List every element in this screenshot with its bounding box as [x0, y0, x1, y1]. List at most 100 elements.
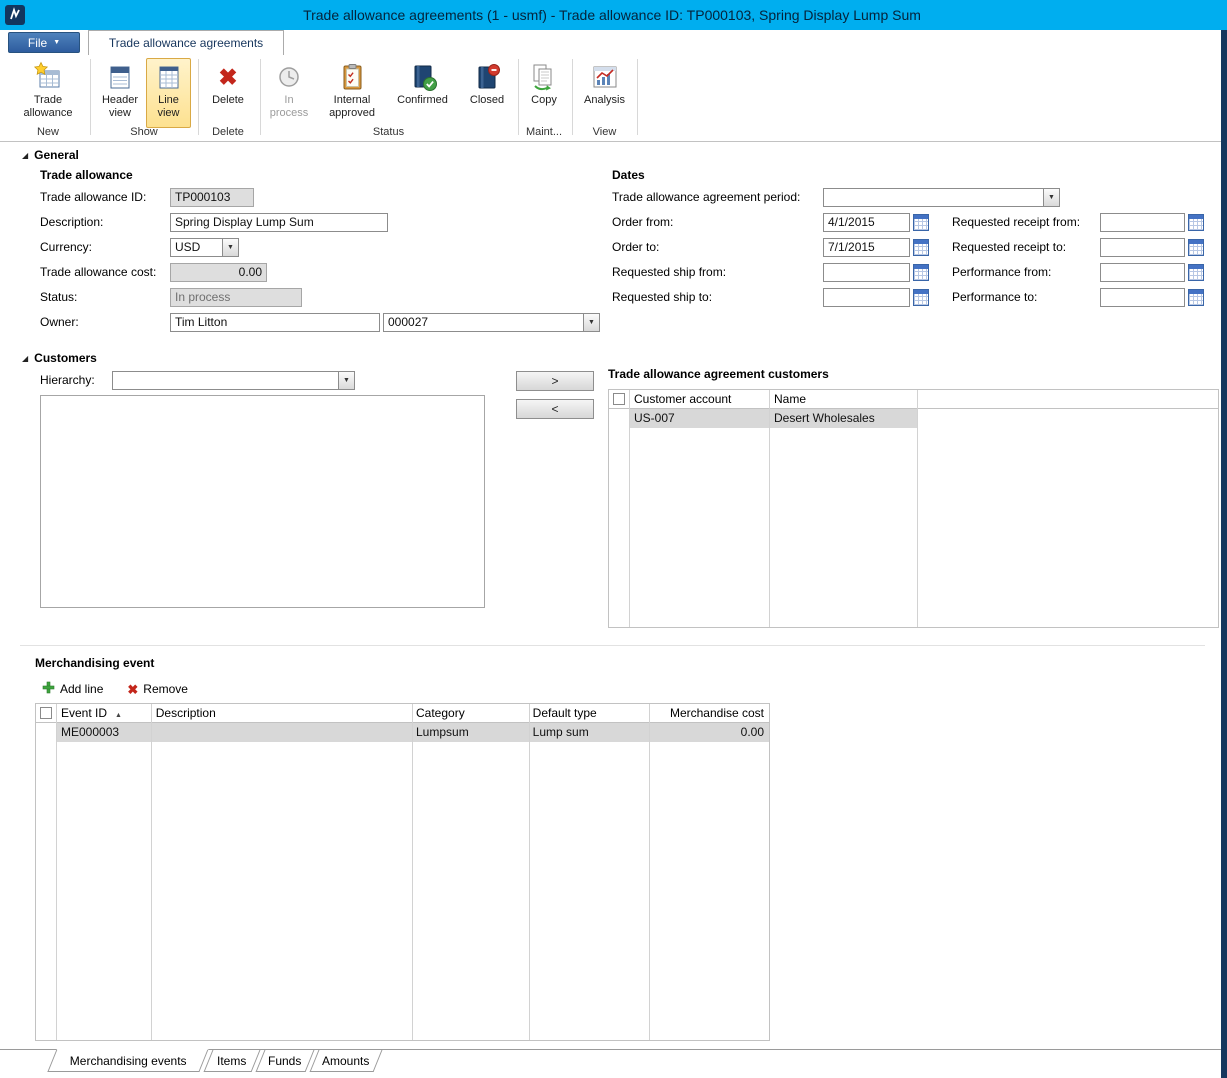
customers-section-header[interactable]: ◢ Customers — [22, 350, 97, 366]
remove-button[interactable]: ✖ Remove — [127, 682, 188, 696]
requested-ship-to-field[interactable] — [823, 288, 910, 307]
confirmed-button[interactable]: Confirmed — [390, 58, 455, 128]
col-category[interactable]: Category — [411, 704, 528, 722]
delete-button[interactable]: ✖ Delete — [203, 58, 253, 128]
bottom-tab-strip: Merchandising events Items Funds Amounts — [0, 1049, 1221, 1073]
in-process-label: In process — [265, 94, 313, 120]
customers-section-title: Customers — [34, 351, 97, 365]
general-section-header[interactable]: ◢ General — [22, 147, 79, 163]
ribbon-tab-trade-allowance-agreements[interactable]: Trade allowance agreements — [88, 30, 284, 55]
description-field[interactable]: Spring Display Lump Sum — [170, 213, 388, 232]
order-from-calendar-icon[interactable] — [913, 214, 929, 231]
closed-button[interactable]: Closed — [462, 58, 512, 128]
col-default-type[interactable]: Default type — [528, 704, 648, 722]
col-event-id-label: Event ID — [61, 706, 107, 720]
select-all-checkbox[interactable] — [613, 393, 625, 405]
window-right-border — [1221, 30, 1227, 1078]
file-menu-label: File — [28, 36, 47, 50]
event-id-cell[interactable]: ME000003 — [56, 723, 151, 742]
performance-from-calendar-icon[interactable] — [1188, 264, 1204, 281]
requested-receipt-from-calendar-icon[interactable] — [1188, 214, 1204, 231]
dates-group-header: Dates — [612, 168, 645, 182]
event-default-type-cell[interactable]: Lump sum — [528, 723, 648, 742]
file-menu-button[interactable]: File ▼ — [8, 32, 80, 53]
tab-merchandising-events[interactable]: Merchandising events — [47, 1049, 208, 1072]
internal-approved-button[interactable]: Internal approved — [319, 58, 385, 128]
order-to-field[interactable]: 7/1/2015 — [823, 238, 910, 257]
requested-receipt-to-calendar-icon[interactable] — [1188, 239, 1204, 256]
move-customer-left-button[interactable]: < — [516, 399, 594, 419]
line-view-icon — [153, 60, 185, 94]
merch-event-row[interactable]: ME000003 Lumpsum Lump sum 0.00 — [36, 723, 769, 742]
menu-row: File ▼ Trade allowance agreements — [0, 30, 1227, 55]
col-customer-account[interactable]: Customer account — [629, 390, 769, 408]
event-cost-cell[interactable]: 0.00 — [647, 723, 769, 742]
sort-asc-icon: ▲ — [115, 712, 122, 719]
col-description[interactable]: Description — [151, 704, 411, 722]
select-all-checkbox[interactable] — [40, 707, 52, 719]
ribbon-group-show: Show — [96, 126, 192, 138]
event-description-cell[interactable] — [151, 723, 411, 742]
new-trade-allowance-button[interactable]: Trade allowance — [14, 58, 82, 128]
confirmed-icon — [407, 60, 439, 94]
requested-receipt-from-field[interactable] — [1100, 213, 1185, 232]
trade-allowance-id-field[interactable]: TP000103 — [170, 188, 254, 207]
trade-allowance-group-header: Trade allowance — [40, 168, 133, 182]
requested-ship-from-field[interactable] — [823, 263, 910, 282]
remove-label: Remove — [143, 682, 188, 696]
tab-label: Merchandising events — [70, 1054, 187, 1068]
tab-items[interactable]: Items — [204, 1050, 261, 1072]
owner-name-field[interactable]: Tim Litton — [170, 313, 380, 332]
line-view-button[interactable]: Line view — [146, 58, 191, 128]
status-label: Status: — [40, 288, 77, 307]
tab-funds[interactable]: Funds — [256, 1050, 315, 1072]
move-customer-right-button[interactable]: > — [516, 371, 594, 391]
performance-to-calendar-icon[interactable] — [1188, 289, 1204, 306]
analysis-button[interactable]: Analysis — [577, 58, 632, 128]
merch-row-checkbox-cell[interactable] — [36, 723, 56, 742]
closed-label: Closed — [470, 94, 504, 107]
requested-receipt-to-field[interactable] — [1100, 238, 1185, 257]
currency-combobox[interactable]: USD ▼ — [170, 238, 239, 257]
internal-approved-icon — [336, 60, 368, 94]
add-line-button[interactable]: Add line — [42, 681, 103, 697]
tab-amounts[interactable]: Amounts — [310, 1050, 383, 1072]
agreement-period-value — [824, 189, 1043, 206]
requested-ship-to-calendar-icon[interactable] — [913, 289, 929, 306]
col-event-id[interactable]: Event ID ▲ — [56, 704, 151, 722]
owner-id-combobox[interactable]: 000027 ▼ — [383, 313, 600, 332]
order-from-field[interactable]: 4/1/2015 — [823, 213, 910, 232]
customer-row[interactable]: US-007 Desert Wholesales — [609, 409, 1218, 428]
customer-hierarchy-list[interactable] — [40, 395, 485, 608]
performance-from-field[interactable] — [1100, 263, 1185, 282]
copy-button[interactable]: Copy — [521, 58, 567, 128]
hierarchy-combobox[interactable]: ▼ — [112, 371, 355, 390]
customer-row-checkbox-cell[interactable] — [609, 409, 629, 428]
ribbon-group-maintain: Maint... — [521, 126, 567, 138]
agreement-period-combobox[interactable]: ▼ — [823, 188, 1060, 207]
col-customer-name[interactable]: Name — [769, 390, 917, 408]
order-to-calendar-icon[interactable] — [913, 239, 929, 256]
app-icon — [5, 5, 25, 25]
requested-ship-from-calendar-icon[interactable] — [913, 264, 929, 281]
ribbon-group-status: Status — [265, 126, 512, 138]
currency-label: Currency: — [40, 238, 92, 257]
general-section-title: General — [34, 148, 79, 162]
closed-icon — [471, 60, 503, 94]
event-category-cell[interactable]: Lumpsum — [411, 723, 528, 742]
hierarchy-dropdown-button[interactable]: ▼ — [338, 372, 354, 389]
agreement-period-dropdown-button[interactable]: ▼ — [1043, 189, 1059, 206]
ribbon-separator — [637, 59, 638, 135]
hierarchy-value — [113, 372, 338, 389]
internal-approved-label: Internal approved — [319, 94, 385, 120]
customer-account-cell[interactable]: US-007 — [629, 409, 769, 428]
owner-id-dropdown-button[interactable]: ▼ — [583, 314, 599, 331]
currency-dropdown-button[interactable]: ▼ — [222, 239, 238, 256]
merch-toolbar: Add line ✖ Remove — [42, 681, 188, 697]
header-view-button[interactable]: Header view — [96, 58, 144, 128]
col-merchandise-cost[interactable]: Merchandise cost — [647, 704, 769, 722]
performance-to-field[interactable] — [1100, 288, 1185, 307]
tab-label: Items — [218, 1054, 247, 1068]
customers-grid: Customer account Name US-007 Desert Whol… — [608, 389, 1219, 628]
customer-name-cell[interactable]: Desert Wholesales — [769, 409, 917, 428]
